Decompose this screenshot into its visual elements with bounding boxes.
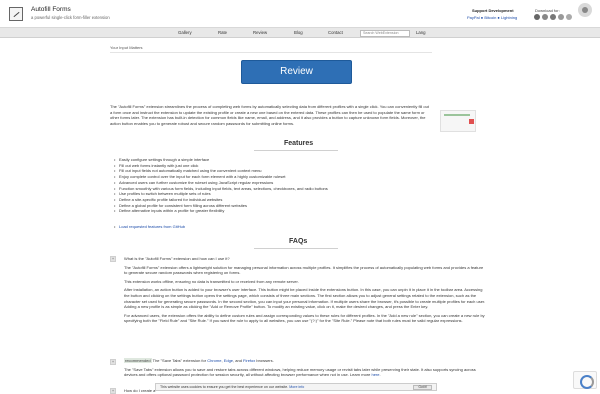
features-heading: Features	[284, 140, 314, 147]
list-item: Define alternative inputs within a profi…	[114, 208, 328, 214]
app-tagline: a powerful single-click form-filler exte…	[31, 15, 110, 20]
recommended-badge: recommended	[124, 358, 152, 363]
nav-contact[interactable]: Contact	[328, 30, 343, 35]
faq-question[interactable]: recommended The "Save Tabs" extension fo…	[124, 358, 486, 364]
nav-bar: Gallery Rate Review Blog Contact Search …	[0, 27, 600, 38]
features-underline	[254, 150, 338, 151]
faq-answer: The "Autofill Forms" extension offers a …	[124, 264, 484, 276]
download-label: Download for:	[535, 8, 560, 13]
firefox-icon[interactable]	[542, 14, 548, 20]
nav-lang[interactable]: Lang	[416, 30, 426, 35]
nav-gallery[interactable]: Gallery	[178, 30, 192, 35]
extension-screenshot-thumbnail[interactable]	[440, 110, 476, 132]
review-button[interactable]: Review	[241, 60, 352, 84]
opera-icon[interactable]	[558, 14, 564, 20]
faq-item-1: What is the "Autofill Forms" extension a…	[124, 256, 486, 327]
intro-text: The "Autofill Forms" extension streamlin…	[110, 104, 429, 126]
faq-question[interactable]: What is the "Autofill Forms" extension a…	[124, 256, 486, 262]
cookie-more-info-link[interactable]: More info	[289, 385, 304, 389]
faqs-heading: FAQs	[289, 238, 308, 245]
faq-toggle-icon[interactable]: +	[110, 359, 116, 365]
nav-review[interactable]: Review	[253, 30, 267, 35]
breadcrumb: Your Input Matters	[110, 45, 143, 50]
chrome-icon[interactable]	[534, 14, 540, 20]
faqs-underline	[254, 248, 338, 249]
nav-blog[interactable]: Blog	[294, 30, 303, 35]
faq-answer: For advanced users, the extension offers…	[124, 312, 485, 324]
faq-answer: After installation, an action button is …	[124, 287, 486, 310]
browser-icons	[534, 14, 572, 20]
cookie-accept-button[interactable]: Got it!	[413, 385, 432, 390]
nav-rate[interactable]: Rate	[218, 30, 227, 35]
faq-item-2: recommended The "Save Tabs" extension fo…	[124, 358, 486, 381]
github-icon[interactable]	[578, 3, 592, 17]
support-label: Support Development	[472, 8, 514, 13]
cookie-banner: This website uses cookies to ensure you …	[155, 383, 437, 391]
app-title[interactable]: Autofill Forms	[31, 6, 71, 13]
faq-toggle-icon[interactable]: +	[110, 256, 116, 262]
features-list: Easily configure settings through a simp…	[114, 157, 328, 214]
faq-answer: The "Save Tabs" extension allows you to …	[124, 366, 476, 378]
divider	[110, 52, 432, 53]
cookie-text: This website uses cookies to ensure you …	[160, 385, 289, 389]
edge-link[interactable]: Edge	[224, 358, 233, 363]
edge-icon[interactable]	[550, 14, 556, 20]
learn-more-link[interactable]: here	[371, 372, 379, 377]
search-input[interactable]: Search WebExtension	[360, 29, 410, 37]
firefox-link[interactable]: Firefox	[243, 358, 255, 363]
chrome-link[interactable]: Chrome	[207, 358, 221, 363]
github-features-link[interactable]: Load requested features from GitHub	[114, 224, 185, 229]
safari-icon[interactable]	[566, 14, 572, 20]
support-links[interactable]: PayPal ● Bitcoin ● Lightning	[467, 15, 517, 20]
faq-answer: This extension works offline, ensuring n…	[124, 278, 299, 284]
faq-toggle-icon[interactable]: +	[110, 388, 116, 394]
site-header: Autofill Forms a powerful single-click f…	[0, 0, 600, 27]
recaptcha-badge-icon[interactable]	[573, 371, 597, 389]
extension-logo-icon[interactable]	[9, 7, 23, 21]
